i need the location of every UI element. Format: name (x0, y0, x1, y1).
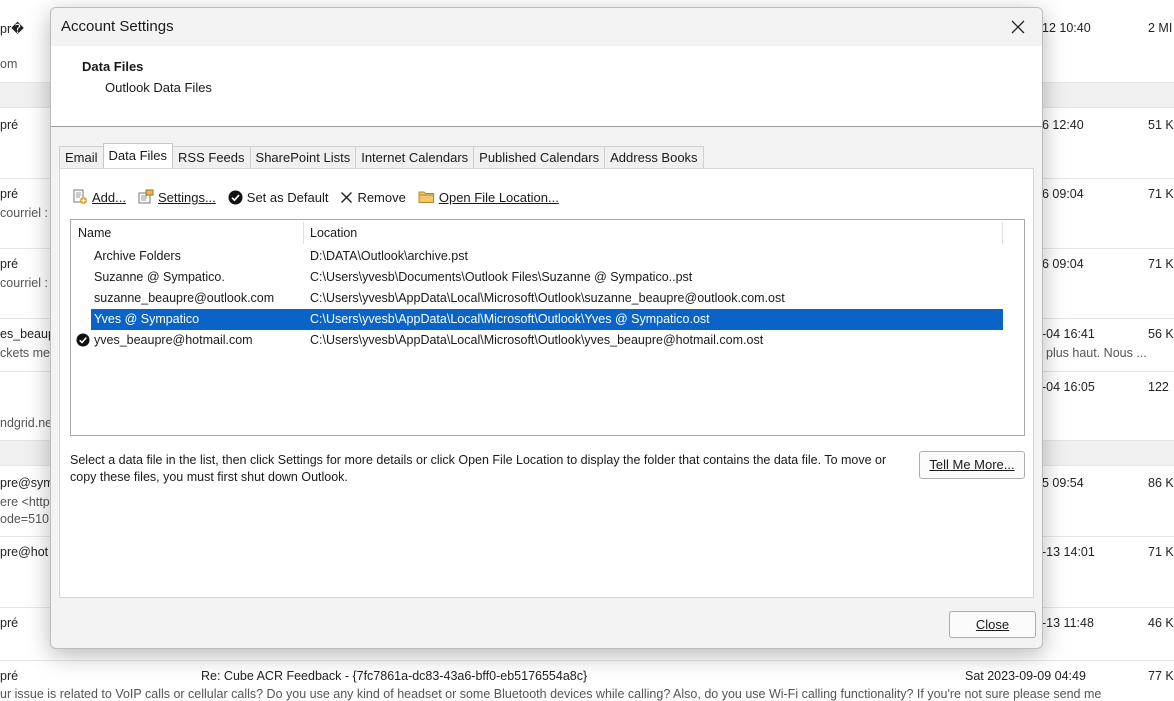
column-header-location[interactable]: Location (310, 226, 357, 240)
tab-address-books[interactable]: Address Books (604, 146, 704, 168)
data-file-name: Suzanne @ Sympatico. (94, 270, 225, 284)
data-files-list[interactable]: Name Location Archive Folders D:\DATA\Ou… (70, 219, 1025, 436)
data-file-location: C:\Users\yvesb\AppData\Local\Microsoft\O… (310, 333, 764, 347)
data-file-location: C:\Users\yvesb\AppData\Local\Microsoft\O… (310, 312, 710, 326)
message-sender: pre@sym (0, 476, 54, 490)
message-time: 6 09:04 (1042, 187, 1084, 201)
table-row[interactable]: Archive Folders D:\DATA\Outlook\archive.… (71, 246, 1024, 267)
message-size: 71 K (1148, 187, 1174, 201)
data-file-name: Archive Folders (94, 249, 181, 263)
message-time: -04 16:41 (1042, 327, 1095, 341)
message-time: 6 09:04 (1042, 257, 1084, 271)
message-preview: om (0, 57, 18, 71)
tell-me-more-button[interactable]: Tell Me More... (919, 451, 1025, 479)
message-preview: ere <http (0, 495, 50, 509)
settings-button[interactable]: Settings... (138, 189, 216, 205)
close-label: Close (975, 617, 1010, 632)
data-files-panel: Add... Settings... Set as Default Remove… (59, 168, 1034, 598)
message-sender: pré (0, 257, 19, 271)
account-settings-dialog: Account Settings Data Files Outlook Data… (50, 7, 1043, 649)
open-file-location-button[interactable]: Open File Location... (418, 190, 559, 205)
dialog-header: Data Files Outlook Data Files (51, 46, 1042, 127)
table-row[interactable]: suzanne_beaupre@outlook.com C:\Users\yve… (71, 288, 1024, 309)
checkmark-circle-icon (228, 190, 243, 204)
tab-data-files[interactable]: Data Files (102, 143, 174, 168)
data-file-location: D:\DATA\Outlook\archive.pst (310, 249, 468, 263)
column-divider[interactable] (1002, 222, 1003, 244)
message-preview-right: plus haut. Nous ... (1046, 346, 1147, 360)
table-row[interactable]: yves_beaupre@hotmail.com C:\Users\yvesb\… (71, 330, 1024, 351)
message-time: Sat 2023-09-09 04:49 (965, 669, 1086, 683)
folder-icon (418, 191, 435, 203)
list-header: Name Location (71, 220, 1024, 244)
message-time: -13 11:48 (1042, 616, 1094, 630)
message-sender: pré (0, 187, 19, 201)
close-icon[interactable] (1004, 14, 1032, 40)
message-size: 71 K (1148, 257, 1174, 271)
column-divider[interactable] (303, 222, 304, 244)
message-size: 122 (1148, 380, 1169, 394)
message-preview: courriel : (0, 276, 48, 290)
tell-me-more-label: Tell Me More... (929, 457, 1015, 472)
set-as-default-label: Set as Default (246, 189, 329, 205)
tab-internet-calendars[interactable]: Internet Calendars (355, 146, 475, 168)
message-size: 56 K (1148, 327, 1174, 341)
settings-icon (138, 189, 154, 204)
message-sender: pr� (0, 22, 24, 36)
message-time: 6 12:40 (1042, 118, 1084, 132)
tab-sharepoint-lists[interactable]: SharePoint Lists (249, 146, 357, 168)
header-title: Data Files (82, 59, 144, 74)
message-time: 12 10:40 (1042, 21, 1091, 35)
settings-label: Settings... (157, 189, 216, 205)
message-preview: ode=510. (0, 512, 53, 526)
remove-button[interactable]: Remove (340, 189, 406, 205)
message-size: 77 K (1148, 669, 1174, 683)
message-subject: Re: Cube ACR Feedback - {7fc7861a-dc83-4… (201, 669, 588, 683)
data-file-name: suzanne_beaupre@outlook.com (94, 291, 275, 305)
remove-icon (341, 191, 353, 203)
message-size: 71 K (1148, 545, 1174, 559)
add-file-icon (73, 189, 87, 204)
table-row[interactable]: Suzanne @ Sympatico. C:\Users\yvesb\Docu… (71, 267, 1024, 288)
message-time: -04 16:05 (1042, 380, 1095, 394)
data-file-location: C:\Users\yvesb\Documents\Outlook Files\S… (310, 270, 693, 284)
tab-bar: Email Data Files RSS Feeds SharePoint Li… (59, 143, 704, 168)
message-preview: ckets mer (0, 346, 55, 360)
message-size: 86 K (1148, 476, 1174, 490)
message-time: -13 14:01 (1042, 545, 1095, 559)
remove-label: Remove (357, 189, 406, 205)
message-sender: pre@hot (0, 545, 49, 559)
table-row-selected[interactable]: Yves @ Sympatico C:\Users\yvesb\AppData\… (91, 309, 1003, 330)
message-size: 51 K (1148, 118, 1174, 132)
data-file-name: yves_beaupre@hotmail.com (94, 333, 253, 347)
message-size: 46 K (1148, 616, 1174, 630)
open-file-location-label: Open File Location... (438, 189, 559, 205)
data-file-name: Yves @ Sympatico (94, 312, 200, 326)
message-preview: ndgrid.ne (0, 416, 53, 430)
message-sender: pré (0, 669, 19, 683)
message-sender: pré (0, 118, 19, 132)
message-size: 2 MI (1148, 21, 1173, 35)
set-as-default-button[interactable]: Set as Default (228, 189, 329, 205)
header-subtitle: Outlook Data Files (105, 80, 212, 95)
message-sender: pré (0, 616, 19, 630)
message-time: 5 09:54 (1042, 476, 1084, 490)
data-files-toolbar: Add... Settings... Set as Default Remove… (72, 187, 571, 207)
dialog-title: Account Settings (61, 18, 174, 35)
tab-email[interactable]: Email (59, 146, 104, 168)
tab-published-calendars[interactable]: Published Calendars (473, 146, 606, 168)
default-checkmark-icon (76, 333, 90, 347)
add-label: Add... (92, 189, 126, 205)
close-button[interactable]: Close (949, 611, 1036, 638)
add-button[interactable]: Add... (72, 189, 126, 205)
message-sender: es_beaup (0, 327, 55, 341)
help-description: Select a data file in the list, then cli… (70, 453, 887, 484)
dialog-titlebar[interactable]: Account Settings (51, 8, 1042, 46)
column-header-name[interactable]: Name (78, 226, 111, 240)
list-item[interactable]: pré Re: Cube ACR Feedback - {7fc7861a-dc… (0, 661, 1174, 701)
tab-rss-feeds[interactable]: RSS Feeds (172, 146, 251, 168)
data-file-location: C:\Users\yvesb\AppData\Local\Microsoft\O… (310, 291, 785, 305)
message-preview: courriel : (0, 206, 48, 220)
